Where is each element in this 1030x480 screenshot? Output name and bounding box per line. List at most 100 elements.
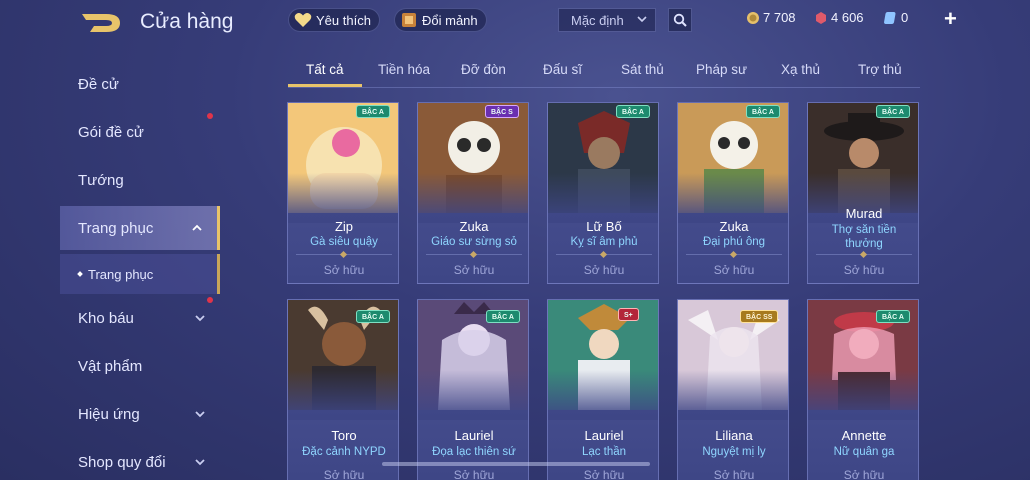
art-fade <box>808 370 918 420</box>
owned-status: Sở hữu <box>583 468 625 480</box>
heart-icon <box>293 10 313 30</box>
chevron-down-icon <box>637 16 647 23</box>
tier-badge: BẬC A <box>876 310 910 323</box>
chevron-down-icon <box>195 315 205 322</box>
art-fade <box>548 173 658 223</box>
diamond-bullet-icon <box>77 271 83 277</box>
chevron-down-icon <box>195 411 205 418</box>
sidebar-item-label: Hiệu ứng <box>78 405 140 423</box>
search-button[interactable] <box>668 8 692 32</box>
back-logo-icon[interactable] <box>80 12 122 34</box>
sidebar-item-heroes[interactable]: Tướng <box>60 158 220 202</box>
tab-assassin[interactable]: Sát thủ <box>621 62 664 77</box>
card-divider <box>426 254 522 255</box>
skin-card[interactable]: BẬC A Murad Thợ săn tiền thưởng Sở hữu <box>807 102 919 284</box>
sidebar-item-featured[interactable]: Đề cử <box>60 62 220 106</box>
hero-name: Annette <box>841 428 887 443</box>
exchange-icon <box>399 10 419 30</box>
coin-icon <box>747 11 759 24</box>
skin-name: Đọa lạc thiên sứ <box>432 446 516 458</box>
skin-card[interactable]: BẬC A Lauriel Đọa lạc thiên sứ Sở hữu <box>417 299 529 480</box>
owned-status: Sở hữu <box>713 468 755 480</box>
skin-name: Kỵ sĩ âm phủ <box>570 236 638 248</box>
owned-status: Sở hữu <box>323 468 365 480</box>
active-tab-indicator <box>288 84 362 87</box>
owned-status: Sở hữu <box>583 263 625 277</box>
ticket-icon <box>884 11 896 24</box>
art-fade <box>418 370 528 420</box>
skin-name: Nguyệt mị ly <box>702 446 766 458</box>
sidebar-item-effects[interactable]: Hiệu ứng <box>60 392 220 436</box>
skin-card[interactable]: BẬC S Zuka Giáo sư sừng sỏ Sở hữu <box>417 102 529 284</box>
sidebar-item-exchange-shop[interactable]: Shop quy đổi <box>60 440 220 480</box>
favorites-button[interactable]: Yêu thích <box>288 8 380 32</box>
favorites-label: Yêu thích <box>316 12 371 28</box>
tab-marksman[interactable]: Xạ thủ <box>781 62 820 77</box>
tier-badge: BẬC S <box>485 105 519 118</box>
skin-name: Giáo sư sừng sỏ <box>431 236 517 248</box>
skin-card[interactable]: BẬC SS Liliana Nguyệt mị ly Sở hữu <box>677 299 789 480</box>
add-currency-button[interactable]: + <box>944 6 957 32</box>
sidebar-item-label: Kho báu <box>78 309 134 327</box>
hero-name: Zuka <box>719 219 749 234</box>
skin-card[interactable]: BẬC A Zip Gà siêu quậy Sở hữu <box>287 102 399 284</box>
owned-status: Sở hữu <box>843 468 885 480</box>
tier-badge: BẬC A <box>616 105 650 118</box>
skin-card[interactable]: BẬC A Lữ Bố Kỵ sĩ âm phủ Sở hữu <box>547 102 659 284</box>
sort-select-value: Mặc định <box>571 12 624 28</box>
tab-evolution[interactable]: Tiền hóa <box>378 62 430 77</box>
tab-fighter[interactable]: Đấu sĩ <box>543 62 582 77</box>
coin-balance: 7 708 <box>746 10 796 25</box>
tier-badge: BẬC A <box>356 105 390 118</box>
tab-support[interactable]: Trợ thủ <box>858 62 902 77</box>
hero-name: Lauriel <box>454 428 494 443</box>
exchange-label: Đổi mảnh <box>422 12 478 28</box>
tier-badge: S+ <box>618 308 639 321</box>
art-fade <box>548 370 658 420</box>
chevron-down-icon <box>195 459 205 466</box>
top-bar: Cửa hàng Yêu thích Đổi mảnh Mặc định 7 7… <box>0 0 1030 42</box>
tier-badge: BẬC SS <box>740 310 779 323</box>
ticket-value: 0 <box>901 10 909 25</box>
hero-name: Toro <box>331 428 357 443</box>
tab-tank[interactable]: Đỡ đòn <box>461 62 506 77</box>
category-tabs: Tất cả Tiền hóa Đỡ đòn Đấu sĩ Sát thủ Ph… <box>288 58 920 88</box>
skin-card[interactable]: BẬC A Annette Nữ quân ga Sở hữu <box>807 299 919 480</box>
hero-name: Lữ Bố <box>586 219 622 234</box>
skin-card[interactable]: BẬC A Zuka Đại phú ông Sở hữu <box>677 102 789 284</box>
tier-badge: BẬC A <box>486 310 520 323</box>
hero-name: Zuka <box>459 219 489 234</box>
owned-status: Sở hữu <box>713 263 755 277</box>
skin-name: Lạc thần <box>581 446 627 458</box>
skin-name: Gà siêu quậy <box>310 236 378 248</box>
sidebar-item-label: Tướng <box>78 171 124 189</box>
sort-select[interactable]: Mặc định <box>558 8 656 32</box>
sidebar-item-skins[interactable]: Trang phục <box>60 206 220 250</box>
skin-name: Nữ quân ga <box>833 446 895 458</box>
owned-status: Sở hữu <box>843 263 885 277</box>
sidebar-item-label: Đề cử <box>78 75 119 93</box>
skin-card[interactable]: BẬC A Toro Đặc cảnh NYPD Sở hữu <box>287 299 399 480</box>
tier-badge: BẬC A <box>746 105 780 118</box>
skin-name: Thợ săn tiền thưởng <box>831 224 897 250</box>
sidebar-item-featured-bundles[interactable]: Gói đề cử <box>60 110 220 154</box>
art-fade <box>678 370 788 420</box>
sidebar-item-items[interactable]: Vật phẩm <box>60 344 220 388</box>
voucher-icon <box>816 11 826 24</box>
exchange-button[interactable]: Đổi mảnh <box>394 8 487 32</box>
tab-mage[interactable]: Pháp sư <box>696 62 747 77</box>
scroll-indicator[interactable] <box>382 462 650 466</box>
hero-name: Lauriel <box>584 428 624 443</box>
sidebar-item-label: Trang phục <box>78 219 154 237</box>
voucher-balance: 4 606 <box>814 10 864 25</box>
sidebar-item-treasure[interactable]: Kho báu <box>60 296 220 340</box>
ticket-balance: 0 <box>884 10 908 25</box>
sidebar-subitem-skins[interactable]: Trang phục <box>60 254 220 294</box>
skin-name: Đại phú ông <box>702 236 766 248</box>
owned-status: Sở hữu <box>453 468 495 480</box>
tab-all[interactable]: Tất cả <box>306 62 344 77</box>
art-fade <box>288 173 398 223</box>
card-divider <box>686 254 782 255</box>
sidebar-item-label: Shop quy đổi <box>78 453 166 471</box>
skin-card[interactable]: S+ Lauriel Lạc thần Sở hữu <box>547 299 659 480</box>
